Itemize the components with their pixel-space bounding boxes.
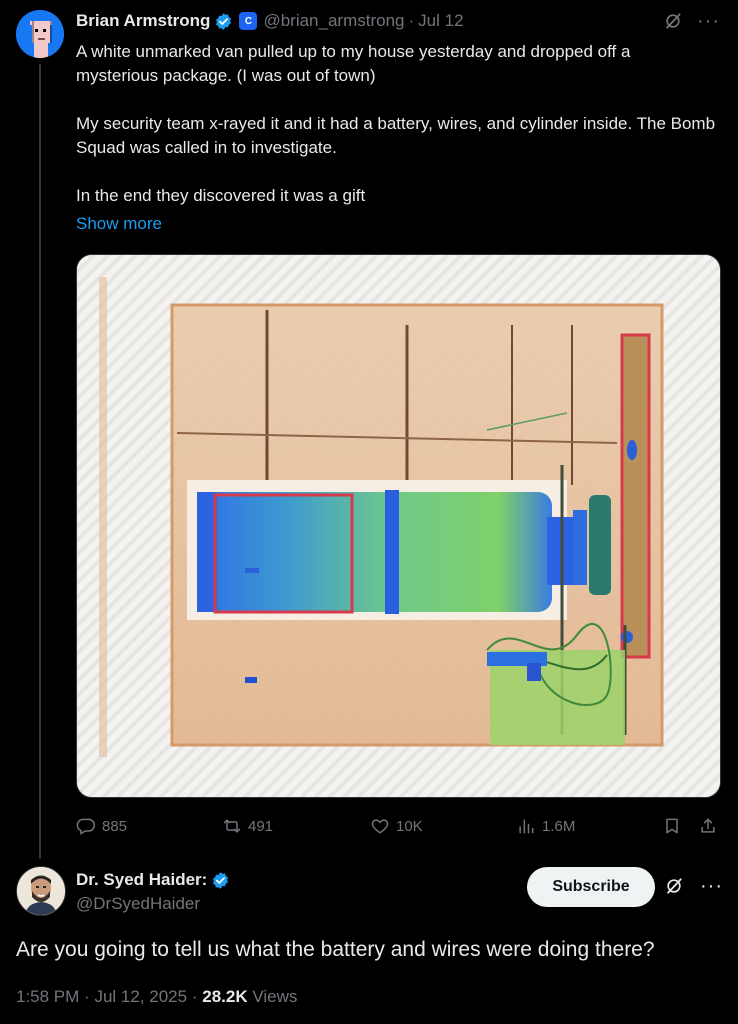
- reply-metadata: 1:58 PM · Jul 12, 2025 · 28.2K Views: [16, 987, 297, 1007]
- reply-author[interactable]: Dr. Syed Haider:: [76, 870, 230, 890]
- reply-author-name[interactable]: Dr. Syed Haider:: [76, 870, 207, 890]
- grok-icon[interactable]: [663, 11, 683, 31]
- more-options-icon[interactable]: ···: [700, 876, 723, 896]
- repost-button[interactable]: 491: [222, 812, 273, 840]
- tweet-actions: 885 491 10K 1.6M: [76, 812, 721, 840]
- reply-avatar[interactable]: [16, 866, 66, 916]
- reply-time[interactable]: 1:58 PM: [16, 987, 79, 1006]
- tweet-paragraph: A white unmarked van pulled up to my hou…: [76, 42, 631, 85]
- verified-badge-icon: [216, 12, 232, 30]
- repost-count: 491: [248, 817, 274, 835]
- author-handle[interactable]: @brian_armstrong: [263, 11, 404, 31]
- author-name[interactable]: Brian Armstrong: [76, 11, 210, 31]
- verified-badge-icon: [213, 871, 229, 889]
- share-icon: [701, 818, 715, 833]
- reply-author-handle[interactable]: @DrSyedHaider: [76, 894, 200, 914]
- bookmark-button[interactable]: [662, 812, 682, 840]
- tweet-date[interactable]: Jul 12: [418, 11, 463, 31]
- share-button[interactable]: [698, 812, 718, 840]
- separator-dot: ·: [408, 11, 415, 30]
- more-options-icon[interactable]: ···: [697, 11, 720, 31]
- tweet-paragraph: My security team x-rayed it and it had a…: [76, 114, 716, 157]
- reply-views-label: Views: [252, 987, 298, 1006]
- analytics-icon: [519, 819, 534, 834]
- thread-connector: [39, 64, 41, 859]
- xray-image[interactable]: [76, 254, 721, 798]
- subscribe-button[interactable]: Subscribe: [527, 867, 655, 907]
- reply-date[interactable]: Jul 12, 2025: [94, 987, 187, 1006]
- separator-dot: ·: [84, 987, 90, 1006]
- tweet-paragraph: In the end they discovered it was a gift: [76, 186, 366, 205]
- like-count: 10K: [396, 817, 423, 835]
- heart-icon: [371, 819, 389, 834]
- like-button[interactable]: 10K: [370, 812, 423, 840]
- reply-header-actions: ···: [664, 876, 723, 896]
- repost-icon: [223, 819, 241, 833]
- bookmark-icon: [666, 818, 678, 834]
- separator-dot: ·: [191, 987, 198, 1006]
- reply-button[interactable]: 885: [76, 812, 127, 840]
- tweet-header: Brian Armstrong C @brian_armstrong · Jul…: [76, 10, 720, 32]
- view-count: 1.6M: [542, 817, 576, 835]
- affiliate-badge-icon: C: [239, 12, 258, 30]
- views-button[interactable]: 1.6M: [516, 812, 575, 840]
- tweet-text: A white unmarked van pulled up to my hou…: [76, 40, 716, 208]
- grok-icon[interactable]: [664, 876, 684, 896]
- reply-count: 885: [102, 817, 128, 835]
- reply-views-count: 28.2K: [202, 987, 248, 1006]
- xray-picture: [77, 255, 720, 797]
- avatar[interactable]: [16, 10, 64, 58]
- show-more-link[interactable]: Show more: [76, 214, 162, 234]
- reply-text: Are you going to tell us what the batter…: [16, 938, 655, 961]
- reply-icon: [76, 818, 96, 835]
